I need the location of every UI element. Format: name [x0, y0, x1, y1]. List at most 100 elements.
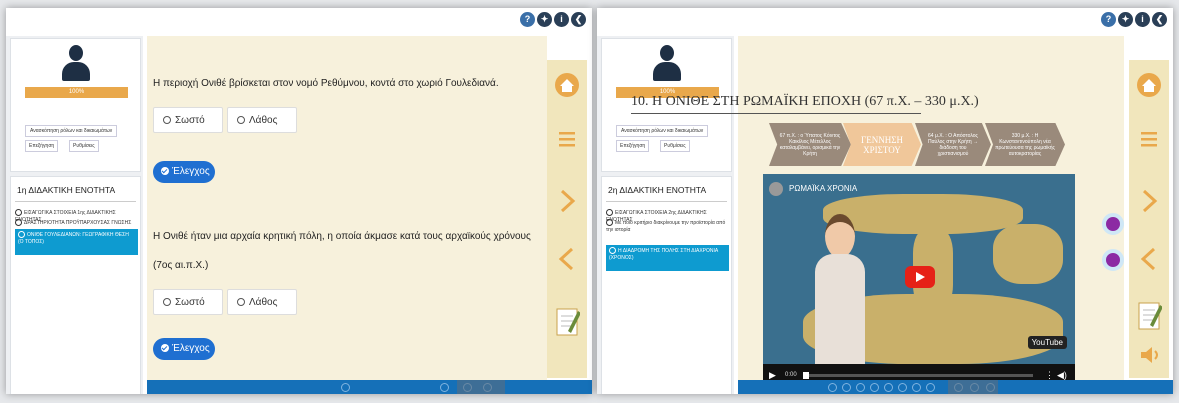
title-underline — [631, 113, 921, 114]
check-icon — [161, 167, 169, 176]
unit-menu: 1η ΔΙΔΑΚΤΙΚΗ ΕΝΟΤΗΤΑ ΕΙΣΑΓΩΓΙΚΑ ΣΤΟΙΧΕΙΑ… — [10, 176, 141, 394]
answer-false-2[interactable]: Λάθος — [227, 289, 297, 315]
page-navigator — [738, 380, 1173, 394]
slide-title: 10. Η ΟΝΙΘΕ ΣΤΗ ΡΩΜΑΪΚΗ ΕΠΟΧΗ (67 π.Χ. –… — [631, 94, 979, 109]
divider — [15, 201, 136, 202]
quiz-content: Η περιοχή Ονιθέ βρίσκεται στον νομό Ρεθύ… — [147, 36, 547, 380]
percent-button[interactable] — [1102, 249, 1124, 271]
menu-icon — [559, 132, 575, 147]
explain-button[interactable]: Επεξήγηση — [616, 140, 650, 152]
check-icon — [18, 231, 25, 238]
page-dot[interactable] — [926, 383, 935, 392]
top-icons: ? ✦ i ❮ — [520, 12, 586, 27]
unit-title: 1η ΔΙΔΑΚΤΙΚΗ ΕΝΟΤΗΤΑ — [17, 185, 116, 195]
speaker-icon — [1141, 347, 1158, 363]
back-icon[interactable]: ❮ — [571, 12, 586, 27]
page-dot[interactable] — [828, 383, 837, 392]
info-icon[interactable]: i — [554, 12, 569, 27]
check-icon — [15, 219, 22, 226]
check-icon — [609, 247, 616, 254]
timeline-step: 64 μ.Χ. : Ο Απόστολος Παύλος στην Κρήτη … — [915, 123, 991, 166]
radio-icon — [163, 116, 171, 125]
check-icon — [161, 344, 169, 353]
help-icon[interactable]: ? — [520, 12, 535, 27]
notes-button[interactable] — [554, 304, 580, 340]
edit-profile-link[interactable]: Ανασκόπηση ρόλων και δικαιωμάτων — [616, 125, 709, 137]
timeline-step-highlight: ΓΕΝΝΗΣΗ ΧΡΙΣΤΟΥ — [843, 123, 921, 166]
menu-button[interactable] — [554, 126, 580, 152]
settings-button[interactable]: Ρυθμίσεις — [69, 140, 99, 152]
unit-item-active[interactable]: Η ΔΙΑΔΡΟΜΗ ΤΗΣ ΠΟΛΗΣ ΣΤΗ ΔΙΑΧΡΟΝΙΑ (ΧΡΟΝ… — [606, 245, 729, 271]
video-screenshot: ? ✦ i ❮ 100% Ανασκόπηση ρόλων και δικαιω… — [597, 8, 1173, 394]
home-icon — [1137, 73, 1161, 97]
chevron-left-icon — [558, 247, 574, 271]
page-dot[interactable] — [912, 383, 921, 392]
check-icon — [606, 219, 613, 226]
help-icon[interactable]: ? — [1101, 12, 1116, 27]
page-dot[interactable] — [440, 383, 449, 392]
check-icon — [15, 209, 22, 216]
notepad-icon — [1138, 302, 1162, 330]
time-display: 0:00 — [785, 372, 797, 378]
page-highlight — [948, 380, 998, 394]
unit-item[interactable]: ΔΡΑΣΤΗΡΙΟΤΗΤΑ ΠΡΟΫΠΑΡΧΟΥΣΑΣ ΓΝΩΣΗΣ — [15, 219, 138, 227]
edit-profile-link[interactable]: Ανασκόπηση ρόλων και δικαιωμάτων — [25, 125, 118, 137]
check-icon — [606, 209, 613, 216]
answer-false-1[interactable]: Λάθος — [227, 107, 297, 133]
home-button[interactable] — [554, 72, 580, 98]
avatar — [652, 45, 682, 81]
question-1: Η περιοχή Ονιθέ βρίσκεται στον νομό Ρεθύ… — [153, 78, 499, 89]
youtube-logo[interactable]: YouTube — [1027, 336, 1067, 349]
page-dot[interactable] — [884, 383, 893, 392]
page-dot[interactable] — [870, 383, 879, 392]
page-dot[interactable] — [856, 383, 865, 392]
radio-icon — [163, 298, 171, 307]
menu-button[interactable] — [1136, 126, 1162, 152]
home-icon — [555, 73, 579, 97]
sidebar: 100% Ανασκόπηση ρόλων και δικαιωμάτων Επ… — [6, 36, 143, 394]
radio-icon — [237, 116, 245, 125]
prev-button[interactable] — [554, 246, 580, 272]
answer-true-2[interactable]: Σωστό — [153, 289, 223, 315]
video-player[interactable]: ΡΩΜΑΪΚΑ ΧΡΟΝΙΑ YouTube ▶ 0:00 ⋮ ◀) — [763, 174, 1075, 388]
menu-icon — [1141, 132, 1157, 147]
seek-bar[interactable] — [803, 372, 1033, 379]
timeline-step: 330 μ.Χ. : Η Κωνσταντινούπολη νέα πρωτεύ… — [985, 123, 1065, 166]
page-navigator — [147, 380, 592, 394]
radio-icon — [237, 298, 245, 307]
timeline-step: 67 π.Χ. : ο Ύπατος Κόιντος Καικίλιος Μέτ… — [769, 123, 851, 166]
unit-item[interactable]: Με ποιο κριτήριο διακρίνουμε την προϊστο… — [606, 219, 729, 234]
back-icon[interactable]: ❮ — [1152, 12, 1167, 27]
play-button[interactable] — [905, 266, 935, 288]
accessibility-icon[interactable]: ✦ — [537, 12, 552, 27]
info-icon[interactable]: i — [1135, 12, 1150, 27]
video-title: ΡΩΜΑΪΚΑ ΧΡΟΝΙΑ — [789, 184, 858, 193]
explain-button[interactable]: Επεξήγηση — [25, 140, 59, 152]
percent-button[interactable] — [1102, 213, 1124, 235]
page-dot[interactable] — [898, 383, 907, 392]
unit-title: 2η ΔΙΔΑΚΤΙΚΗ ΕΝΟΤΗΤΑ — [608, 185, 707, 195]
audio-button[interactable] — [1136, 342, 1162, 368]
check-button-1[interactable]: Έλεγχος — [153, 161, 215, 183]
next-button[interactable] — [1136, 188, 1162, 214]
top-bar: ? ✦ i ❮ — [597, 8, 1173, 36]
accessibility-icon[interactable]: ✦ — [1118, 12, 1133, 27]
answer-true-1[interactable]: Σωστό — [153, 107, 223, 133]
question-2-continued: (7ος αι.π.Χ.) — [153, 260, 209, 271]
notes-button[interactable] — [1136, 298, 1162, 334]
page-dot[interactable] — [341, 383, 350, 392]
settings-button[interactable]: Ρυθμίσεις — [660, 140, 690, 152]
channel-avatar — [769, 182, 783, 196]
presenter — [815, 214, 865, 364]
unit-item-active[interactable]: ΟΝΙΘΕ ΓΟΥΛΕΔΙΑΝΩΝ: ΓΕΩΓΡΑΦΙΚΗ ΘΕΣΗ (Ο ΤΟ… — [15, 229, 138, 255]
nav-rail — [547, 60, 587, 378]
check-button-2[interactable]: Έλεγχος — [153, 338, 215, 360]
progress-bar: 100% — [25, 87, 128, 98]
next-button[interactable] — [554, 188, 580, 214]
top-icons: ? ✦ i ❮ — [1101, 12, 1167, 27]
prev-button[interactable] — [1136, 246, 1162, 272]
notepad-icon — [556, 308, 580, 336]
page-dot[interactable] — [842, 383, 851, 392]
home-button[interactable] — [1136, 72, 1162, 98]
top-bar: ? ✦ i ❮ — [6, 8, 592, 36]
